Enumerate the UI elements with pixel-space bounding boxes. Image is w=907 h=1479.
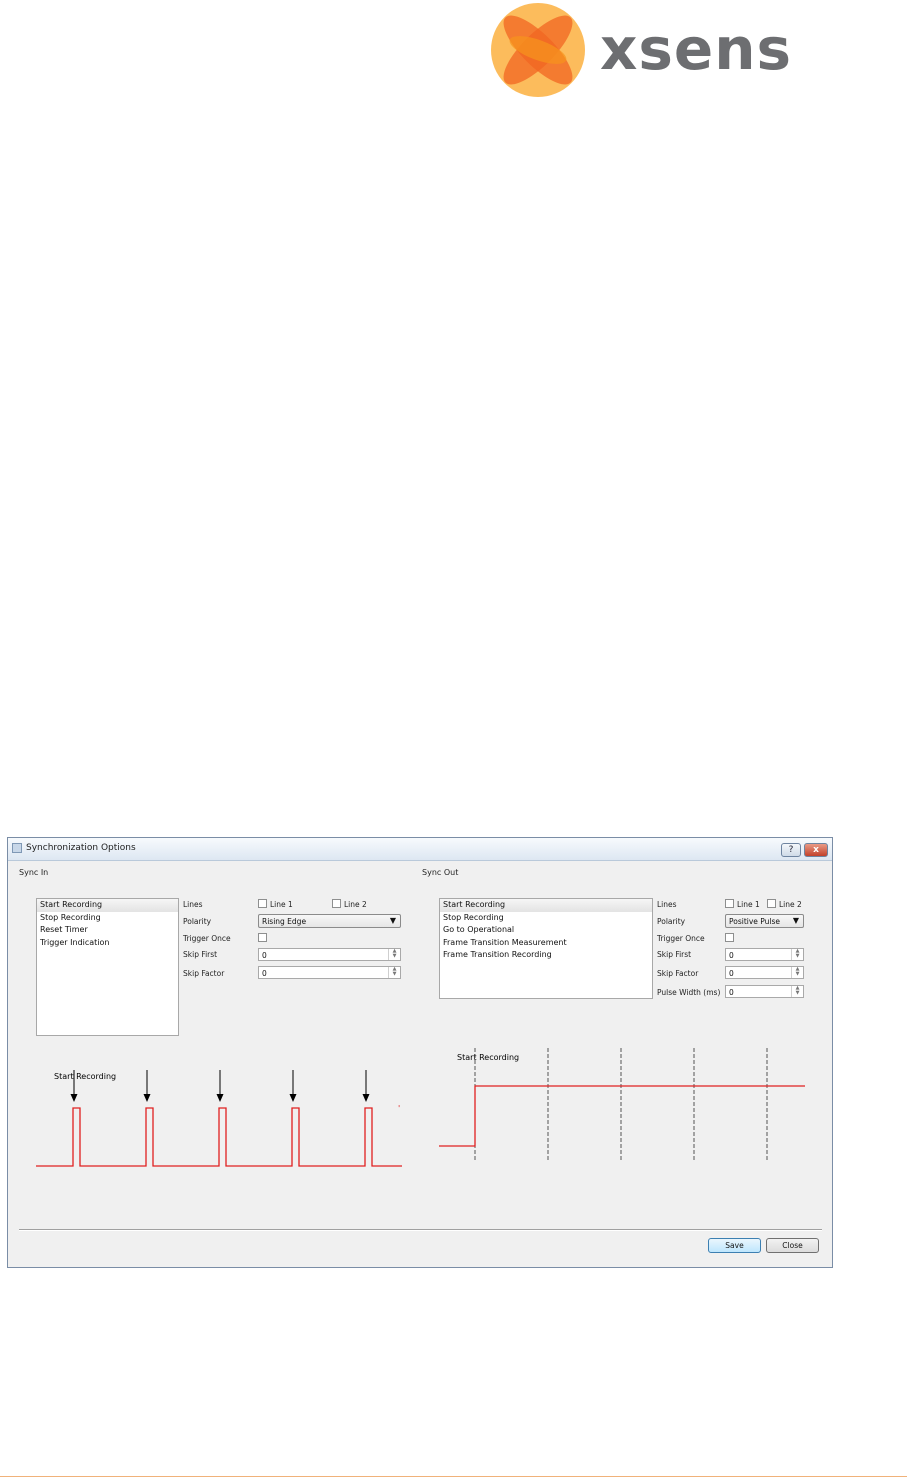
sync-out-trigger-once-label: Trigger Once: [657, 934, 705, 943]
save-button[interactable]: Save: [708, 1238, 761, 1253]
help-button[interactable]: ?: [781, 843, 801, 857]
sync-out-line1-label: Line 1: [737, 900, 760, 909]
footer-separator-highlight: [19, 1230, 822, 1231]
sync-out-skip-first-input[interactable]: 0 ▲ ▼: [725, 948, 804, 961]
window-close-button[interactable]: x: [804, 843, 828, 857]
sync-out-list-item[interactable]: Go to Operational: [440, 924, 652, 937]
synchronization-options-dialog: Synchronization Options ? x Sync In Star…: [7, 837, 833, 1268]
sync-out-polarity-select[interactable]: Positive Pulse ▼: [725, 914, 804, 928]
sync-out-list-item[interactable]: Start Recording: [440, 899, 652, 912]
sync-out-skip-factor-label: Skip Factor: [657, 969, 699, 978]
sync-out-skip-first-label: Skip First: [657, 950, 692, 959]
sync-out-lines-label: Lines: [657, 900, 677, 909]
sync-in-signal-diagram: Start Recording ': [36, 1070, 402, 1167]
sync-in-polarity-value: Rising Edge: [262, 917, 307, 926]
arrow-head-icon: [362, 1094, 370, 1102]
dialog-titlebar: Synchronization Options ? x: [8, 838, 832, 861]
sync-in-line2-label: Line 2: [344, 900, 367, 909]
sync-out-line2-checkbox[interactable]: [767, 899, 776, 908]
sync-out-list-item[interactable]: Frame Transition Measurement: [440, 937, 652, 950]
sync-in-skip-factor-value: 0: [262, 969, 267, 978]
sync-out-frame-markers: [474, 1048, 768, 1160]
sync-in-pulse-signal: [36, 1107, 402, 1167]
dialog-title: Synchronization Options: [26, 843, 136, 853]
xsens-logo-mark-icon: [491, 3, 585, 97]
sync-in-skip-factor-label: Skip Factor: [183, 969, 225, 978]
spin-arrows-icon[interactable]: ▲ ▼: [388, 967, 400, 978]
sync-in-skip-first-input[interactable]: 0 ▲ ▼: [258, 948, 401, 961]
sync-in-trigger-once-label: Trigger Once: [183, 934, 231, 943]
sync-out-polarity-label: Polarity: [657, 917, 686, 926]
app-icon: [12, 843, 22, 853]
sync-out-signal-diagram: Start Recording: [439, 1048, 805, 1160]
sync-in-skip-first-label: Skip First: [183, 950, 218, 959]
spin-arrows-icon[interactable]: ▲ ▼: [791, 986, 803, 997]
sync-out-event-list[interactable]: Start Recording Stop Recording Go to Opera…: [439, 898, 653, 999]
arrow-head-icon: [70, 1094, 78, 1102]
sync-out-pulse-width-input[interactable]: 0 ▲ ▼: [725, 985, 804, 998]
sync-in-polarity-label: Polarity: [183, 917, 212, 926]
spin-arrows-icon[interactable]: ▲ ▼: [791, 967, 803, 978]
sync-out-list-item[interactable]: Frame Transition Recording: [440, 949, 652, 962]
sync-in-list-item[interactable]: Trigger Indication: [37, 937, 178, 950]
sync-in-line2-checkbox[interactable]: [332, 899, 341, 908]
signal-continuation-mark: ': [398, 1104, 400, 1113]
sync-in-diagram-label: Start Recording: [54, 1072, 116, 1081]
sync-out-skip-factor-value: 0: [729, 969, 734, 978]
sync-in-trigger-once-checkbox[interactable]: [258, 933, 267, 942]
sync-in-polarity-select[interactable]: Rising Edge ▼: [258, 914, 401, 928]
sync-out-pulse-width-label: Pulse Width (ms): [657, 988, 721, 997]
sync-in-event-list[interactable]: Start Recording Stop Recording Reset Timer…: [36, 898, 179, 1036]
sync-in-skip-factor-input[interactable]: 0 ▲ ▼: [258, 966, 401, 979]
sync-out-pulse-width-value: 0: [729, 988, 734, 997]
sync-out-diagram-label: Start Recording: [457, 1053, 519, 1062]
sync-in-list-item[interactable]: Stop Recording: [37, 912, 178, 925]
sync-out-label: Sync Out: [422, 868, 459, 877]
sync-in-line1-label: Line 1: [270, 900, 293, 909]
arrow-head-icon: [216, 1094, 224, 1102]
sync-in-line1-checkbox[interactable]: [258, 899, 267, 908]
sync-in-list-item[interactable]: Reset Timer: [37, 924, 178, 937]
sync-out-skip-factor-input[interactable]: 0 ▲ ▼: [725, 966, 804, 979]
sync-in-lines-label: Lines: [183, 900, 203, 909]
sync-out-skip-first-value: 0: [729, 951, 734, 960]
arrow-head-icon: [143, 1094, 151, 1102]
xsens-wordmark: xsens: [600, 15, 793, 83]
sync-out-line2-label: Line 2: [779, 900, 802, 909]
page-footer-rule: [0, 1476, 907, 1477]
close-button[interactable]: Close: [766, 1238, 819, 1253]
spin-arrows-icon[interactable]: ▲ ▼: [791, 949, 803, 960]
spin-arrows-icon[interactable]: ▲ ▼: [388, 949, 400, 960]
sync-in-list-item[interactable]: Start Recording: [37, 899, 178, 912]
chevron-down-icon: ▼: [792, 916, 799, 925]
sync-out-polarity-value: Positive Pulse: [729, 917, 781, 926]
sync-in-label: Sync In: [19, 868, 49, 877]
chevron-down-icon: ▼: [389, 916, 396, 925]
sync-out-line1-checkbox[interactable]: [725, 899, 734, 908]
sync-out-trigger-once-checkbox[interactable]: [725, 933, 734, 942]
sync-out-step-signal: [439, 1085, 805, 1147]
xsens-logo: xsens: [488, 0, 838, 100]
sync-out-list-item[interactable]: Stop Recording: [440, 912, 652, 925]
sync-in-skip-first-value: 0: [262, 951, 267, 960]
arrow-head-icon: [289, 1094, 297, 1102]
